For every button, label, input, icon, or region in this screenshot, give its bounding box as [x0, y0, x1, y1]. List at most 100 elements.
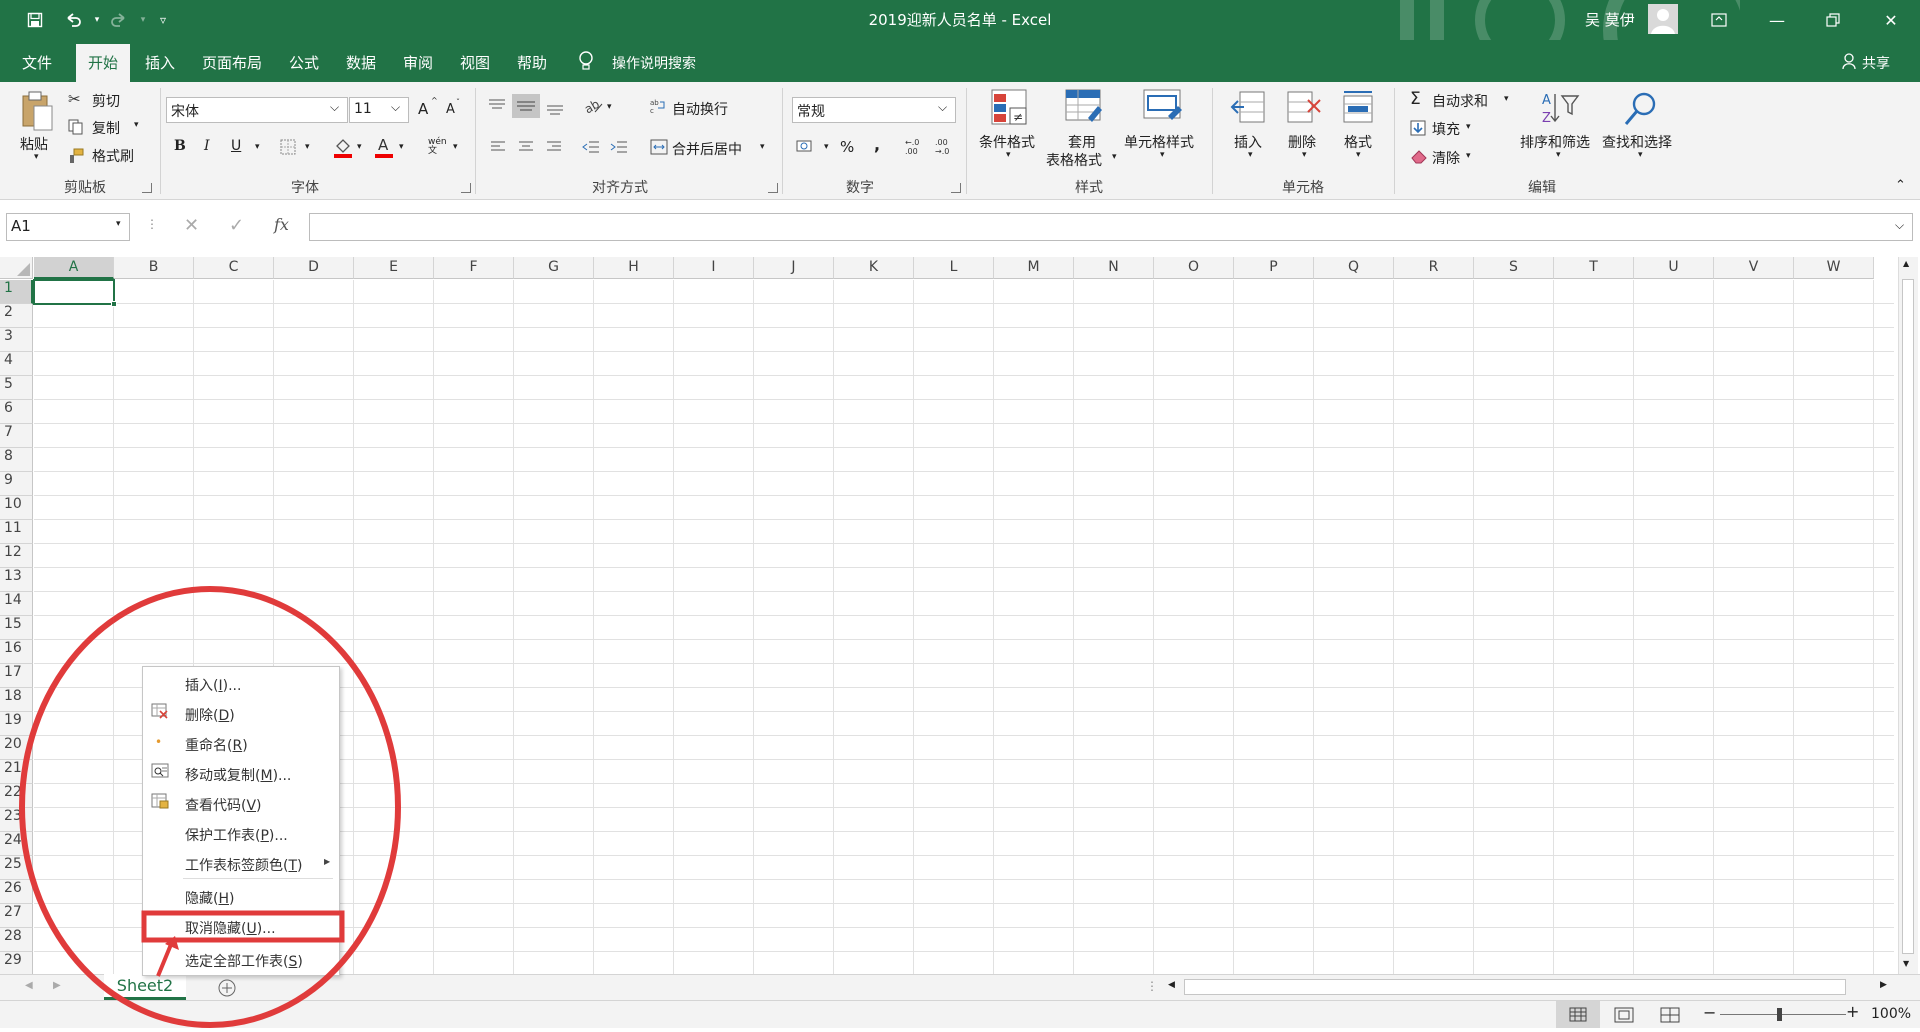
menu-item-protect-sheet[interactable]: 保护工作表(P)...: [185, 825, 288, 845]
decrease-indent-icon[interactable]: [582, 140, 600, 158]
fill-icon[interactable]: [1410, 120, 1426, 140]
align-bottom-icon[interactable]: [546, 102, 564, 120]
delete-cells-icon[interactable]: [1286, 90, 1322, 130]
row-header-23[interactable]: 23: [0, 808, 33, 832]
copy-icon[interactable]: [68, 119, 84, 139]
wrap-text-icon[interactable]: ab c: [650, 98, 666, 118]
wrap-text-button[interactable]: 自动换行: [672, 99, 728, 119]
lightbulb-icon[interactable]: [578, 51, 594, 75]
paste-icon[interactable]: [20, 90, 54, 140]
row-header-1[interactable]: 1: [0, 280, 33, 304]
zoom-slider-track[interactable]: [1720, 1014, 1846, 1015]
menu-item-delete[interactable]: 删除(D): [185, 705, 235, 725]
merge-center-button[interactable]: 合并后居中: [672, 139, 742, 159]
row-header-24[interactable]: 24: [0, 832, 33, 856]
insert-cells-icon[interactable]: [1230, 90, 1266, 130]
column-header-h[interactable]: H: [594, 257, 674, 279]
number-format-dropdown-icon[interactable]: ⌵: [938, 100, 947, 115]
tell-me-search[interactable]: 操作说明搜索: [612, 53, 696, 73]
scroll-up-icon[interactable]: ▲: [1903, 259, 1909, 268]
clear-icon[interactable]: [1410, 148, 1428, 168]
column-header-a[interactable]: A: [34, 257, 114, 279]
table-dropdown-icon[interactable]: ▾: [1112, 152, 1117, 162]
restore-icon[interactable]: [1810, 6, 1856, 34]
conditional-dropdown-icon[interactable]: ▾: [1006, 150, 1011, 160]
insert-dropdown-icon[interactable]: ▾: [1248, 150, 1253, 160]
alignment-launcher-icon[interactable]: [768, 183, 778, 193]
row-header-22[interactable]: 22: [0, 784, 33, 808]
menu-item-select-all-sheets[interactable]: 选定全部工作表(S): [185, 951, 303, 971]
paste-dropdown-icon[interactable]: ▾: [34, 152, 39, 162]
shrink-font-button[interactable]: A: [446, 102, 455, 117]
column-header-v[interactable]: V: [1714, 257, 1794, 279]
cell-styles-button[interactable]: 单元格样式: [1124, 132, 1194, 152]
menu-item-unhide[interactable]: 取消隐藏(U)...: [185, 918, 276, 938]
menu-item-rename[interactable]: 重命名(R): [185, 735, 248, 755]
copy-dropdown-icon[interactable]: ▾: [134, 120, 139, 130]
accounting-dropdown-icon[interactable]: ▾: [824, 142, 829, 152]
borders-dropdown-icon[interactable]: ▾: [305, 142, 310, 152]
menu-item-tab-color[interactable]: 工作表标签颜色(T): [185, 855, 303, 875]
active-cell-a1[interactable]: [33, 279, 115, 305]
clear-dropdown-icon[interactable]: ▾: [1466, 151, 1471, 161]
find-dropdown-icon[interactable]: ▾: [1638, 150, 1643, 160]
conditional-formatting-button[interactable]: 条件格式: [979, 132, 1035, 152]
format-cells-button[interactable]: 格式: [1344, 132, 1372, 152]
row-header-5[interactable]: 5: [0, 376, 33, 400]
comma-button[interactable]: ,: [874, 135, 880, 154]
row-header-28[interactable]: 28: [0, 928, 33, 952]
row-header-19[interactable]: 19: [0, 712, 33, 736]
font-name-select[interactable]: 宋体: [166, 97, 348, 123]
select-all-button[interactable]: [0, 257, 33, 279]
menu-item-hide[interactable]: 隐藏(H): [185, 888, 234, 908]
row-header-3[interactable]: 3: [0, 328, 33, 352]
share-button[interactable]: 共享: [1862, 53, 1890, 73]
column-header-i[interactable]: I: [674, 257, 754, 279]
font-color-dropdown-icon[interactable]: ▾: [399, 142, 404, 152]
clear-button[interactable]: 清除: [1432, 148, 1460, 168]
column-header-b[interactable]: B: [114, 257, 194, 279]
formula-input[interactable]: [309, 213, 1913, 241]
number-format-select[interactable]: 常规: [792, 97, 956, 123]
format-as-table-button[interactable]: 表格格式: [1046, 150, 1102, 170]
vertical-scrollbar[interactable]: ▲ ▼: [1898, 257, 1918, 974]
row-header-27[interactable]: 27: [0, 904, 33, 928]
column-header-g[interactable]: G: [514, 257, 594, 279]
enter-icon[interactable]: ✓: [229, 215, 244, 236]
fill-color-icon[interactable]: [333, 136, 353, 162]
next-sheet-icon[interactable]: ▶: [53, 980, 61, 991]
cut-icon[interactable]: ✂: [68, 90, 81, 108]
fill-color-dropdown-icon[interactable]: ▾: [357, 142, 362, 152]
share-icon[interactable]: [1842, 53, 1858, 73]
underline-dropdown-icon[interactable]: ▾: [255, 142, 260, 152]
row-header-4[interactable]: 4: [0, 352, 33, 376]
new-sheet-icon[interactable]: [217, 978, 237, 1002]
cancel-icon[interactable]: ✕: [184, 215, 199, 236]
fill-handle[interactable]: [111, 301, 117, 307]
row-header-16[interactable]: 16: [0, 640, 33, 664]
sort-filter-button[interactable]: 排序和筛选: [1520, 132, 1590, 152]
align-center-icon[interactable]: [518, 140, 534, 158]
align-left-icon[interactable]: [490, 140, 506, 158]
format-cells-icon[interactable]: [1340, 90, 1376, 130]
delete-dropdown-icon[interactable]: ▾: [1302, 150, 1307, 160]
align-right-icon[interactable]: [546, 140, 562, 158]
align-middle-button[interactable]: [512, 94, 540, 118]
sheet-tab-sheet2[interactable]: Sheet2: [104, 974, 186, 1000]
row-header-25[interactable]: 25: [0, 856, 33, 880]
zoom-level[interactable]: 100%: [1871, 1006, 1911, 1022]
autosum-button[interactable]: 自动求和: [1432, 91, 1488, 111]
format-as-table-icon[interactable]: [1064, 88, 1104, 132]
fill-dropdown-icon[interactable]: ▾: [1466, 122, 1471, 132]
scroll-down-icon[interactable]: ▼: [1903, 959, 1909, 968]
find-select-button[interactable]: 查找和选择: [1602, 132, 1672, 152]
zoom-in-button[interactable]: +: [1846, 1002, 1859, 1021]
user-name[interactable]: 吴 莫伊: [1585, 9, 1635, 30]
tab-help[interactable]: 帮助: [517, 52, 547, 73]
row-header-12[interactable]: 12: [0, 544, 33, 568]
row-header-18[interactable]: 18: [0, 688, 33, 712]
minimize-icon[interactable]: —: [1754, 6, 1800, 34]
tab-file[interactable]: 文件: [22, 52, 52, 73]
column-header-s[interactable]: S: [1474, 257, 1554, 279]
number-launcher-icon[interactable]: [951, 183, 961, 193]
